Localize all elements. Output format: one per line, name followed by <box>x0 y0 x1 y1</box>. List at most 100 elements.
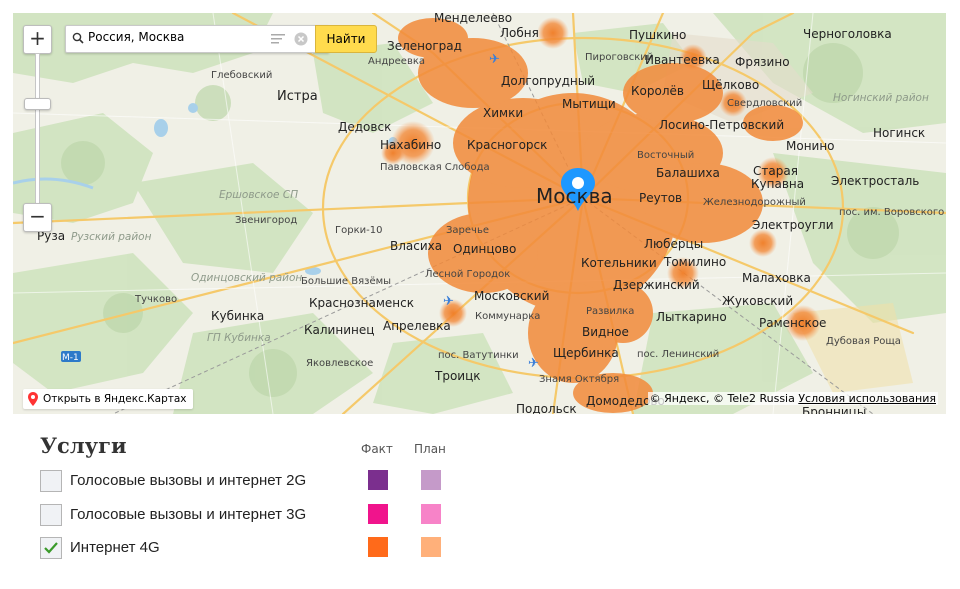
map-label-shcherbinka: Щербинка <box>553 346 619 360</box>
airport-icon: ✈ <box>528 356 539 371</box>
map-label-vorovskogo: пос. им. Воровского <box>839 207 945 218</box>
menu-icon[interactable] <box>271 34 285 44</box>
map-label-krasnoznamensk: Краснознаменск <box>309 296 414 310</box>
map-label-znamya: Знамя Октября <box>539 374 620 385</box>
swatch-4g-plan <box>421 537 441 557</box>
map-label-bronnitsy: Бронницы <box>802 405 867 414</box>
map-copyright: © Яндекс, © Tele2 Russia Условия использ… <box>647 392 938 405</box>
map-label-shchelkovo: Щёлково <box>702 78 760 92</box>
checkbox-4g[interactable] <box>40 537 62 559</box>
map-label-korolev: Королёв <box>631 84 684 98</box>
swatch-3g-fact <box>368 504 388 524</box>
checkbox-3g[interactable] <box>40 504 62 526</box>
airport-icon: ✈ <box>443 294 454 309</box>
coverage-map[interactable]: ✈ ✈ ✈ Москва Менделеево Зеленоград Лобня… <box>13 13 946 414</box>
column-header-plan: План <box>414 442 446 456</box>
map-label-ershovskoe: Ершовское СП <box>219 189 299 201</box>
map-label-elektrougli: Электроугли <box>752 218 834 232</box>
copyright-text: © Яндекс, © Tele2 Russia <box>649 392 795 405</box>
map-label-zelenograd: Зеленоград <box>387 39 462 53</box>
map-label-kalininets: Калининец <box>304 323 375 337</box>
map-label-sverdlovsky: Свердловский <box>727 98 803 109</box>
map-label-odintsovo: Одинцово <box>453 242 517 256</box>
map-label-mendeleevo: Менделеево <box>434 13 513 25</box>
map-label-dzerzhinsky: Дзержинский <box>613 278 700 292</box>
map-label-lesnoy: Лесной Городок <box>425 269 511 280</box>
map-label-pavlovskaya: Павловская Слобода <box>380 162 490 173</box>
map-label-kubinka: Кубинка <box>211 309 265 323</box>
map-label-nakhabino: Нахабино <box>380 138 442 152</box>
open-in-yandex-maps-label: Открыть в Яндекс.Картах <box>43 393 187 405</box>
zoom-slider-track[interactable] <box>35 53 40 205</box>
map-label-moskva: Москва <box>536 184 613 208</box>
map-label-dedovsk: Дедовск <box>338 120 392 134</box>
service-label-2g: Голосовые вызовы и интернет 2G <box>70 472 307 489</box>
map-label-mytishchi: Мытищи <box>562 97 616 111</box>
map-label-andreevka: Андреевка <box>368 56 426 67</box>
map-label-zheleznodorozhny: Железнодорожный <box>703 197 806 208</box>
find-button[interactable]: Найти <box>315 25 377 53</box>
services-title: Услуги <box>40 433 127 458</box>
map-label-balashikha: Балашиха <box>656 166 720 180</box>
map-label-khimki: Химки <box>483 106 524 120</box>
map-label-moskovsky: Московский <box>474 289 550 303</box>
map-label-istra: Истра <box>277 89 318 104</box>
map-label-kommunarka: Коммунарка <box>475 311 541 322</box>
clear-icon[interactable] <box>294 32 308 46</box>
search-icon <box>72 32 84 44</box>
map-label-gorki10: Горки-10 <box>335 225 383 236</box>
map-label-tomilino: Томилино <box>664 255 727 269</box>
map-label-yakovlevskoe: Яковлевское <box>306 358 374 369</box>
open-in-yandex-maps-link[interactable]: Открыть в Яндекс.Картах <box>23 389 193 409</box>
zoom-in-button[interactable]: + <box>23 25 52 54</box>
map-label-glebovsky: Глебовский <box>211 70 273 81</box>
map-label-dolgoprudny: Долгопрудный <box>501 74 596 88</box>
map-label-troitsk: Троицк <box>435 369 481 383</box>
map-label-kotelniki: Котельники <box>581 256 657 270</box>
map-label-krasnogorsk: Красногорск <box>467 138 548 152</box>
service-label-3g: Голосовые вызовы и интернет 3G <box>70 506 307 523</box>
map-label-dubovaya: Дубовая Роща <box>826 336 901 347</box>
map-label-leninsky: пос. Ленинский <box>637 349 720 360</box>
service-label-4g: Интернет 4G <box>70 539 160 556</box>
map-label-ramenskoe: Раменское <box>759 316 827 330</box>
map-label-podolsk: Подольск <box>516 402 577 414</box>
yandex-pin-icon <box>28 392 38 406</box>
map-label-fryazino: Фрязино <box>735 55 790 69</box>
checkmark-icon <box>44 542 58 554</box>
map-label-monino: Монино <box>786 139 835 153</box>
zoom-out-button[interactable]: − <box>23 203 52 232</box>
map-label-aprelevka: Апрелевка <box>383 319 451 333</box>
map-label-losino: Лосино-Петровский <box>659 118 785 132</box>
swatch-3g-plan <box>421 504 441 524</box>
map-label-tuchkovo: Тучково <box>135 294 178 305</box>
swatch-2g-plan <box>421 470 441 490</box>
map-search-box <box>65 25 329 53</box>
map-label-vatutinki: пос. Ватутинки <box>438 350 519 361</box>
map-label-bolshie: Большие Вязёмы <box>301 276 392 287</box>
zoom-slider-handle[interactable] <box>24 98 51 110</box>
map-label-vidnoe: Видное <box>582 325 629 339</box>
airport-icon: ✈ <box>489 52 500 67</box>
map-label-m1: М-1 <box>62 353 79 363</box>
map-label-noginsk: Ногинск <box>873 126 926 140</box>
map-label-malakhovka: Малаховка <box>742 271 811 285</box>
map-label-zhukovsky: Жуковский <box>722 294 794 308</box>
map-label-razvilka: Развилка <box>586 306 635 317</box>
map-label-staraya: Старая <box>753 164 798 178</box>
map-label-pushkino: Пушкино <box>629 28 687 42</box>
column-header-fact: Факт <box>361 442 393 456</box>
map-label-reutov: Реутов <box>639 191 683 205</box>
map-label-kupavna: Купавна <box>751 177 805 191</box>
map-label-lobnya: Лобня <box>500 26 539 40</box>
map-label-gp-kubinka: ГП Кубинка <box>207 332 271 344</box>
map-label-ivanteevka: Ивантеевка <box>645 53 720 67</box>
map-label-zvenigorod: Звенигород <box>235 215 298 226</box>
map-label-vlasikha: Власиха <box>390 239 443 253</box>
map-label-odintsovsky: Одинцовский район <box>191 272 303 284</box>
map-label-elektrostal: Электросталь <box>831 174 920 188</box>
terms-of-use-link[interactable]: Условия использования <box>798 392 936 405</box>
checkbox-2g[interactable] <box>40 470 62 492</box>
swatch-2g-fact <box>368 470 388 490</box>
search-input[interactable] <box>88 30 263 44</box>
